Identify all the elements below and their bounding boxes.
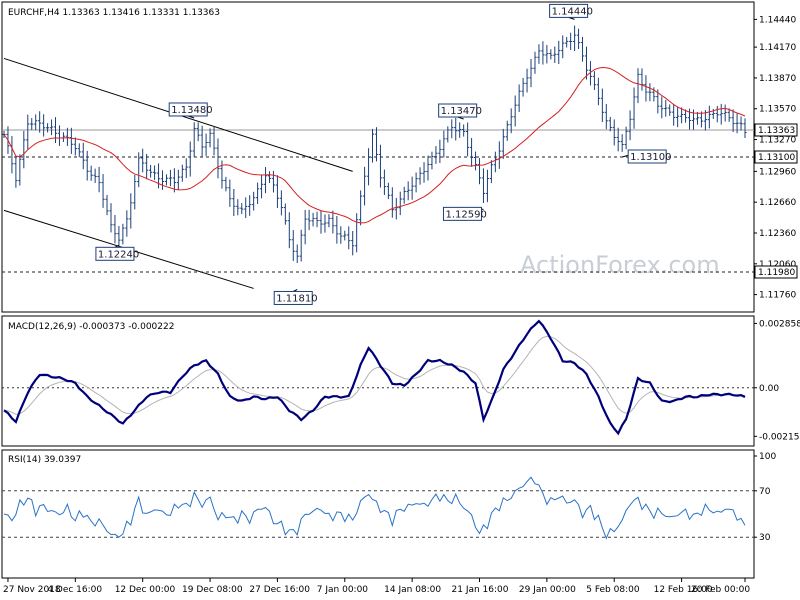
price-annotation-4: 1.13470 <box>438 103 482 120</box>
price-tick-label: 1.14440 <box>759 15 796 25</box>
macd-pane: MACD(12,26,9) -0.000373 -0.000222 0.0028… <box>1 315 800 447</box>
current-price-label: 1.13363 <box>754 123 798 137</box>
rsi-pane-title: RSI(14) 39.0397 <box>8 455 81 465</box>
price-tick-label: 1.14170 <box>759 43 796 53</box>
price-annotation-1: 1.13480 <box>168 102 213 119</box>
time-tick-label: 14 Jan 08:00 <box>384 585 441 595</box>
macd-axis: 0.002858 0.00 -0.002158 <box>754 319 800 442</box>
price-annotation-6: 1.14440 <box>549 3 593 20</box>
price-tick-label: 1.11760 <box>759 291 796 301</box>
macd-tick-label: 0.002858 <box>759 319 800 329</box>
time-tick-label: 5 Feb 08:00 <box>586 585 640 595</box>
price-axis: 1.14440 1.14170 1.13870 1.13570 1.13270 1.129… <box>754 15 798 301</box>
chart-canvas: EURCHF,H4 1.13363 1.13416 1.13331 1.1336… <box>1 1 800 595</box>
time-tick-label: 4 Dec 16:00 <box>47 585 102 595</box>
price-tick-label: 1.13570 <box>759 105 796 115</box>
annotation-label: 1.12240 <box>98 249 139 260</box>
level-label-2: 1.11980 <box>754 265 798 279</box>
time-tick-label: 29 Jan 00:00 <box>519 585 576 595</box>
rsi-tick-label: 70 <box>759 487 771 497</box>
price-tick-label: 1.12660 <box>759 198 796 208</box>
price-tick-label: 1.13870 <box>759 74 796 84</box>
current-price-label-text: 1.13363 <box>758 126 795 136</box>
rsi-pane: RSI(14) 39.0397 100 70 30 <box>1 449 776 579</box>
watermark: ActionForex.com <box>520 251 720 279</box>
time-tick-label: 19 Dec 08:00 <box>182 585 243 595</box>
price-tick-label: 1.13270 <box>759 136 796 146</box>
price-annotation-7: 1.13100 <box>622 149 672 164</box>
macd-tick-label: -0.002158 <box>759 432 800 442</box>
price-annotation-3: 1.11810 <box>273 289 318 305</box>
price-annotation-5: 1.12590 <box>442 206 487 221</box>
annotation-label: 1.11810 <box>276 293 317 304</box>
level-label-1: 1.13100 <box>754 150 798 164</box>
price-tick-label: 1.12360 <box>759 229 796 239</box>
macd-tick-label: 0.00 <box>759 384 779 394</box>
annotation-label: 1.13100 <box>630 152 671 163</box>
annotation-label: 1.12590 <box>445 209 486 220</box>
rsi-axis: 100 70 30 <box>754 452 776 543</box>
time-tick-label: 20 Feb 00:00 <box>691 585 750 595</box>
price-tick-label: 1.12960 <box>759 167 796 177</box>
annotation-label: 1.13480 <box>171 105 212 116</box>
rsi-pane-frame <box>1 449 755 579</box>
time-tick-label: 21 Jan 16:00 <box>452 585 509 595</box>
level-label-1-text: 1.13100 <box>758 153 795 163</box>
time-tick-label: 12 Dec 00:00 <box>115 585 176 595</box>
price-annotation-2: 1.12240 <box>95 244 139 261</box>
price-pane: EURCHF,H4 1.13363 1.13416 1.13331 1.1336… <box>1 1 798 313</box>
annotation-label: 1.13470 <box>441 106 482 117</box>
rsi-tick-label: 30 <box>759 533 771 543</box>
time-axis: 27 Nov 20184 Dec 16:00 12 Dec 00:00 19 Dec… <box>3 578 750 595</box>
time-tick-label: 27 Dec 16:00 <box>249 585 310 595</box>
time-tick-label: 7 Jan 00:00 <box>317 585 369 595</box>
level-label-2-text: 1.11980 <box>758 268 795 278</box>
rsi-tick-label: 100 <box>759 452 776 462</box>
annotation-label: 1.14440 <box>552 6 593 17</box>
price-pane-title: EURCHF,H4 1.13363 1.13416 1.13331 1.1336… <box>8 8 220 18</box>
macd-pane-title: MACD(12,26,9) -0.000373 -0.000222 <box>8 322 174 332</box>
